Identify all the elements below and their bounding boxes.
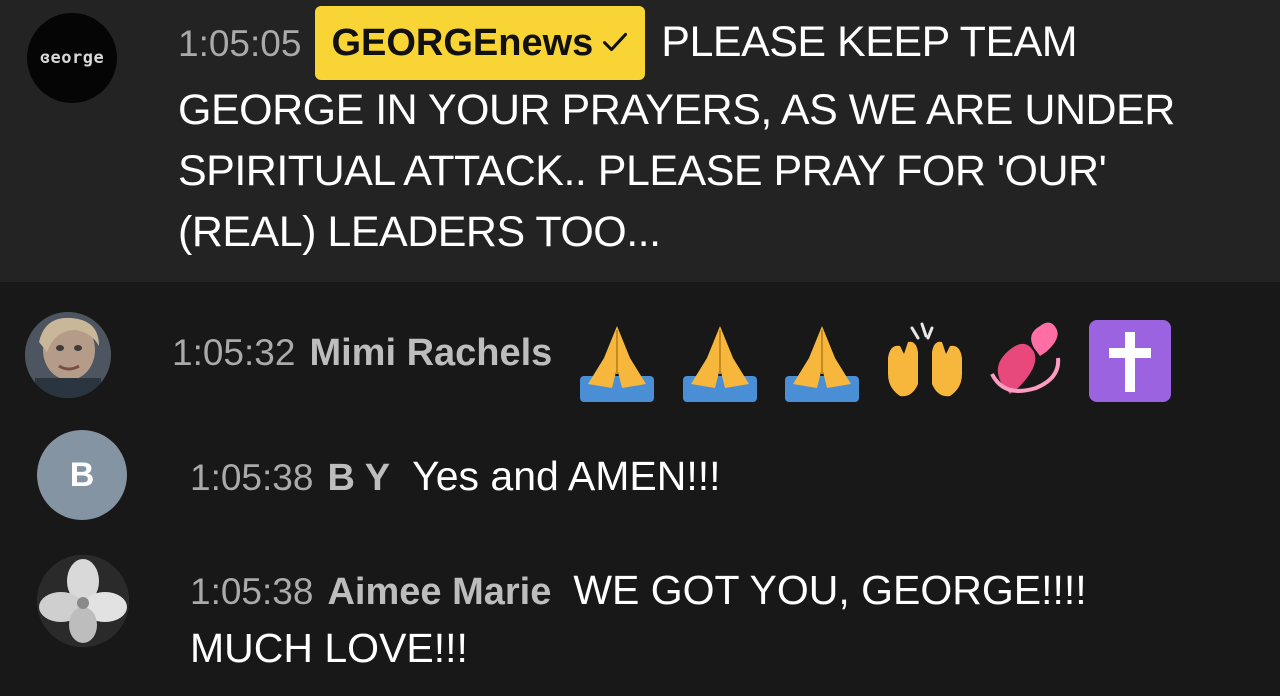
raising-hands-icon bbox=[887, 322, 962, 396]
timestamp: 1:05:32 bbox=[172, 332, 296, 373]
message-body: 1:05:32 Mimi Rachels bbox=[172, 308, 1185, 402]
revolving-hearts-icon bbox=[990, 321, 1061, 394]
chat-message: 1:05:32 Mimi Rachels bbox=[0, 282, 1280, 417]
author-name: GEORGEnews bbox=[331, 22, 594, 64]
latin-cross-icon bbox=[1088, 319, 1171, 402]
avatar[interactable] bbox=[25, 312, 111, 398]
message-body: 1:05:38 B Y Yes and AMEN!!! bbox=[190, 446, 721, 506]
verified-check-icon bbox=[603, 32, 628, 52]
avatar[interactable]: ɞeorge bbox=[27, 13, 117, 103]
author-name[interactable]: B Y bbox=[327, 457, 390, 499]
author-name[interactable]: Mimi Rachels bbox=[309, 332, 552, 374]
folded-hands-icon bbox=[580, 325, 655, 402]
chat-message: 1:05:38 Aimee Marie WE GOT YOU, GEORGE!!!!… bbox=[0, 540, 1280, 696]
owner-author-badge[interactable]: GEORGEnews bbox=[315, 6, 646, 80]
message-text-continued: MUCH LOVE!!! bbox=[190, 618, 468, 678]
avatar[interactable]: B bbox=[37, 430, 127, 520]
chat-message-owner: ɞeorge 1:05:05 GEORGEnews PLEASE KEEP TEAM… bbox=[0, 0, 1280, 282]
timestamp: 1:05:05 bbox=[178, 23, 302, 64]
message-text: MUCH LOVE!!! bbox=[190, 625, 468, 671]
folded-hands-icon bbox=[682, 325, 757, 402]
avatar[interactable] bbox=[37, 555, 129, 647]
avatar-photo bbox=[37, 555, 129, 647]
folded-hands-icon bbox=[785, 325, 860, 402]
avatar-photo bbox=[25, 312, 111, 398]
live-chat-panel: ɞeorge 1:05:05 GEORGEnews PLEASE KEEP TEAM… bbox=[0, 0, 1280, 696]
timestamp: 1:05:38 bbox=[190, 457, 314, 498]
message-text: Yes and AMEN!!! bbox=[412, 453, 721, 499]
message-text: WE GOT YOU, GEORGE!!!! bbox=[573, 567, 1087, 613]
author-name[interactable]: Aimee Marie bbox=[327, 571, 551, 613]
avatar-letter: B bbox=[69, 455, 95, 494]
owner-message-body: 1:05:05 GEORGEnews PLEASE KEEP TEAM GEORGE… bbox=[178, 6, 1238, 263]
emoji-list bbox=[574, 316, 1184, 406]
timestamp: 1:05:38 bbox=[190, 571, 314, 612]
avatar-logo-text: ɞeorge bbox=[39, 48, 105, 68]
chat-message: B 1:05:38 B Y Yes and AMEN!!! bbox=[0, 420, 1280, 530]
message-body: 1:05:38 Aimee Marie WE GOT YOU, GEORGE!!!! bbox=[190, 560, 1087, 620]
